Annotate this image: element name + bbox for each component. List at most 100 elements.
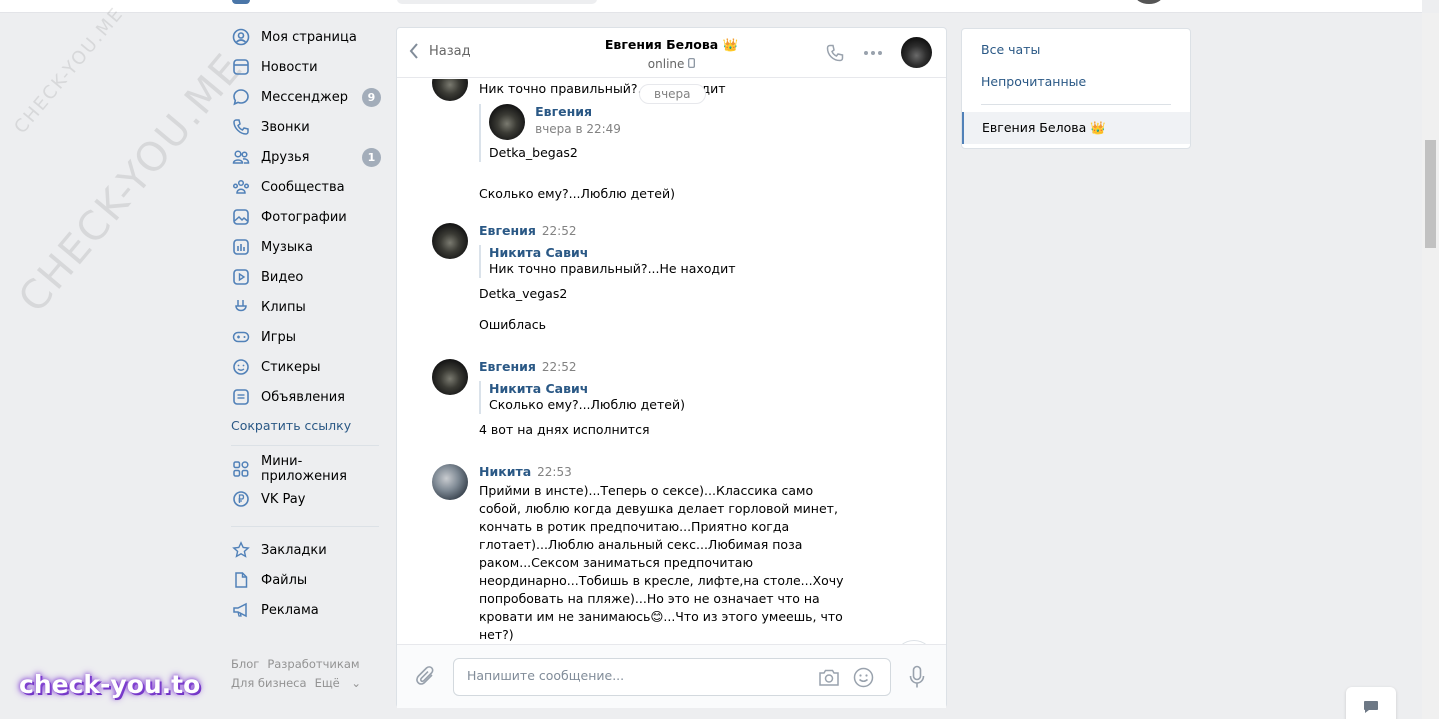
message-body: Евгения 22:52 Никита Савич Ник точно прав… <box>479 223 864 334</box>
nav-ads[interactable]: Объявления <box>231 382 381 412</box>
nav-clips[interactable]: Клипы <box>231 292 381 322</box>
camera-button[interactable] <box>818 668 840 691</box>
friends-icon <box>232 148 250 166</box>
nav-my-page[interactable]: Моя страница <box>231 22 381 52</box>
nav-messenger[interactable]: Мессенджер 9 <box>231 82 381 112</box>
nav-label: Мессенджер <box>261 89 348 105</box>
profile-avatar[interactable] <box>1135 0 1163 4</box>
nav-mini-apps[interactable]: Мини-приложения <box>231 454 381 484</box>
footer-business-link[interactable]: Для бизнеса <box>231 676 307 690</box>
forwarded-message[interactable]: Евгения вчера в 22:49 Detka_begas2 <box>479 104 864 162</box>
search-input[interactable] <box>397 0 597 4</box>
message-composer <box>397 644 946 708</box>
peer-avatar <box>901 37 932 68</box>
nav-label: Файлы <box>261 572 308 588</box>
fwd-author[interactable]: Никита Савич <box>489 245 864 260</box>
sender-avatar[interactable] <box>432 79 468 101</box>
phone-icon <box>232 118 250 136</box>
forwarded-message[interactable]: Никита Савич Ник точно правильный?...Не … <box>479 245 864 278</box>
call-button[interactable] <box>825 43 845 63</box>
nav-calls[interactable]: Звонки <box>231 112 381 142</box>
nav-news[interactable]: Новости <box>231 52 381 82</box>
ads-icon <box>232 388 250 406</box>
megaphone-icon <box>232 601 250 619</box>
nav-label: Закладки <box>261 542 327 558</box>
sender-avatar[interactable] <box>432 464 468 500</box>
games-icon <box>232 328 250 346</box>
sender-avatar[interactable] <box>432 359 468 395</box>
chevron-down-icon: ⌄ <box>351 676 362 690</box>
attach-button[interactable] <box>415 665 437 693</box>
more-button[interactable] <box>863 50 883 56</box>
footer-blog-link[interactable]: Блог <box>231 657 259 671</box>
footer-links: Блог Разработчикам Для бизнеса Ещё ⌄ <box>231 655 381 693</box>
peer-avatar-button[interactable] <box>901 37 932 68</box>
nav-games[interactable]: Игры <box>231 322 381 352</box>
footer-devs-link[interactable]: Разработчикам <box>267 657 359 671</box>
filter-separator <box>981 104 1171 105</box>
filter-unread[interactable]: Непрочитанные <box>981 74 1086 89</box>
microphone-icon <box>909 665 925 688</box>
nav-label: Звонки <box>261 119 310 135</box>
message-body: Никита 22:53 Прийми в инсте)...Теперь о с… <box>479 464 864 644</box>
message-time: 22:53 <box>537 465 572 479</box>
nav-music[interactable]: Музыка <box>231 232 381 262</box>
paperclip-icon <box>416 666 434 685</box>
active-chat-item[interactable]: Евгения Белова 👑 <box>962 112 1190 144</box>
nav-label: Сообщества <box>261 179 345 195</box>
message-author[interactable]: Евгения <box>479 359 536 374</box>
nav-label: Мини-приложения <box>261 454 347 484</box>
nav-advertising[interactable]: Реклама <box>231 595 381 625</box>
message-input[interactable] <box>467 668 797 683</box>
forwarded-message[interactable]: Никита Савич Сколько ему?...Люблю детей) <box>479 381 864 414</box>
fwd-time: вчера в 22:49 <box>535 122 621 136</box>
page-scrollbar[interactable] <box>1422 13 1439 719</box>
user-circle-icon <box>232 28 250 46</box>
nav-stickers[interactable]: Стикеры <box>231 352 381 382</box>
nav-bookmarks[interactable]: Закладки <box>231 535 381 565</box>
mini-apps-icon <box>232 460 250 478</box>
nav-communities[interactable]: Сообщества <box>231 172 381 202</box>
message-author[interactable]: Евгения <box>479 223 536 238</box>
file-icon <box>232 571 250 589</box>
fwd-author[interactable]: Евгения <box>535 104 621 119</box>
phone-icon <box>826 44 844 61</box>
fwd-text: Ник точно правильный?...Не находит <box>489 261 736 276</box>
video-icon <box>232 268 250 286</box>
nav-vk-pay[interactable]: VK Pay <box>231 484 381 514</box>
footer-more-label: Ещё <box>314 676 340 690</box>
communities-icon <box>232 178 250 196</box>
nav-label: Новости <box>261 59 318 75</box>
chat-bubble-icon <box>1364 701 1378 713</box>
nav-photos[interactable]: Фотографии <box>231 202 381 232</box>
nav-video[interactable]: Видео <box>231 262 381 292</box>
nav-label: Объявления <box>261 389 345 405</box>
voice-button[interactable] <box>909 665 925 693</box>
date-separator: вчера <box>639 84 706 104</box>
fwd-author[interactable]: Никита Савич <box>489 381 864 396</box>
fwd-text: Detka_begas2 <box>489 145 578 160</box>
nav-files[interactable]: Файлы <box>231 565 381 595</box>
shorten-link[interactable]: Сократить ссылку <box>231 418 381 433</box>
footer-more-link[interactable]: Ещё ⌄ <box>315 676 369 690</box>
emoji-button[interactable] <box>853 667 874 692</box>
message-author[interactable]: Никита <box>479 464 531 479</box>
sender-avatar[interactable] <box>432 223 468 259</box>
news-icon <box>232 58 250 76</box>
filter-all-chats[interactable]: Все чаты <box>981 42 1040 57</box>
vk-logo[interactable] <box>232 0 250 4</box>
scrollbar-thumb[interactable] <box>1425 140 1436 248</box>
message-history[interactable]: Ник точно правильный?...Не находит Евген… <box>397 79 946 645</box>
header-actions <box>807 37 932 68</box>
clips-icon <box>232 298 250 316</box>
messenger-count-badge: 9 <box>362 88 381 107</box>
message-input-box[interactable] <box>453 658 891 696</box>
nav-label: Друзья <box>261 149 310 165</box>
chat-header: Назад Евгения Белова 👑 online <box>397 28 946 78</box>
chat-filter-panel: Все чаты Непрочитанные Евгения Белова 👑 <box>961 28 1191 149</box>
active-chat-name: Евгения Белова 👑 <box>982 120 1106 135</box>
fwd-text: Сколько ему?...Люблю детей) <box>489 397 685 412</box>
watermark-bottom: check-you.to <box>19 670 201 699</box>
nav-friends[interactable]: Друзья 1 <box>231 142 381 172</box>
chat-widget-button[interactable] <box>1346 687 1396 719</box>
